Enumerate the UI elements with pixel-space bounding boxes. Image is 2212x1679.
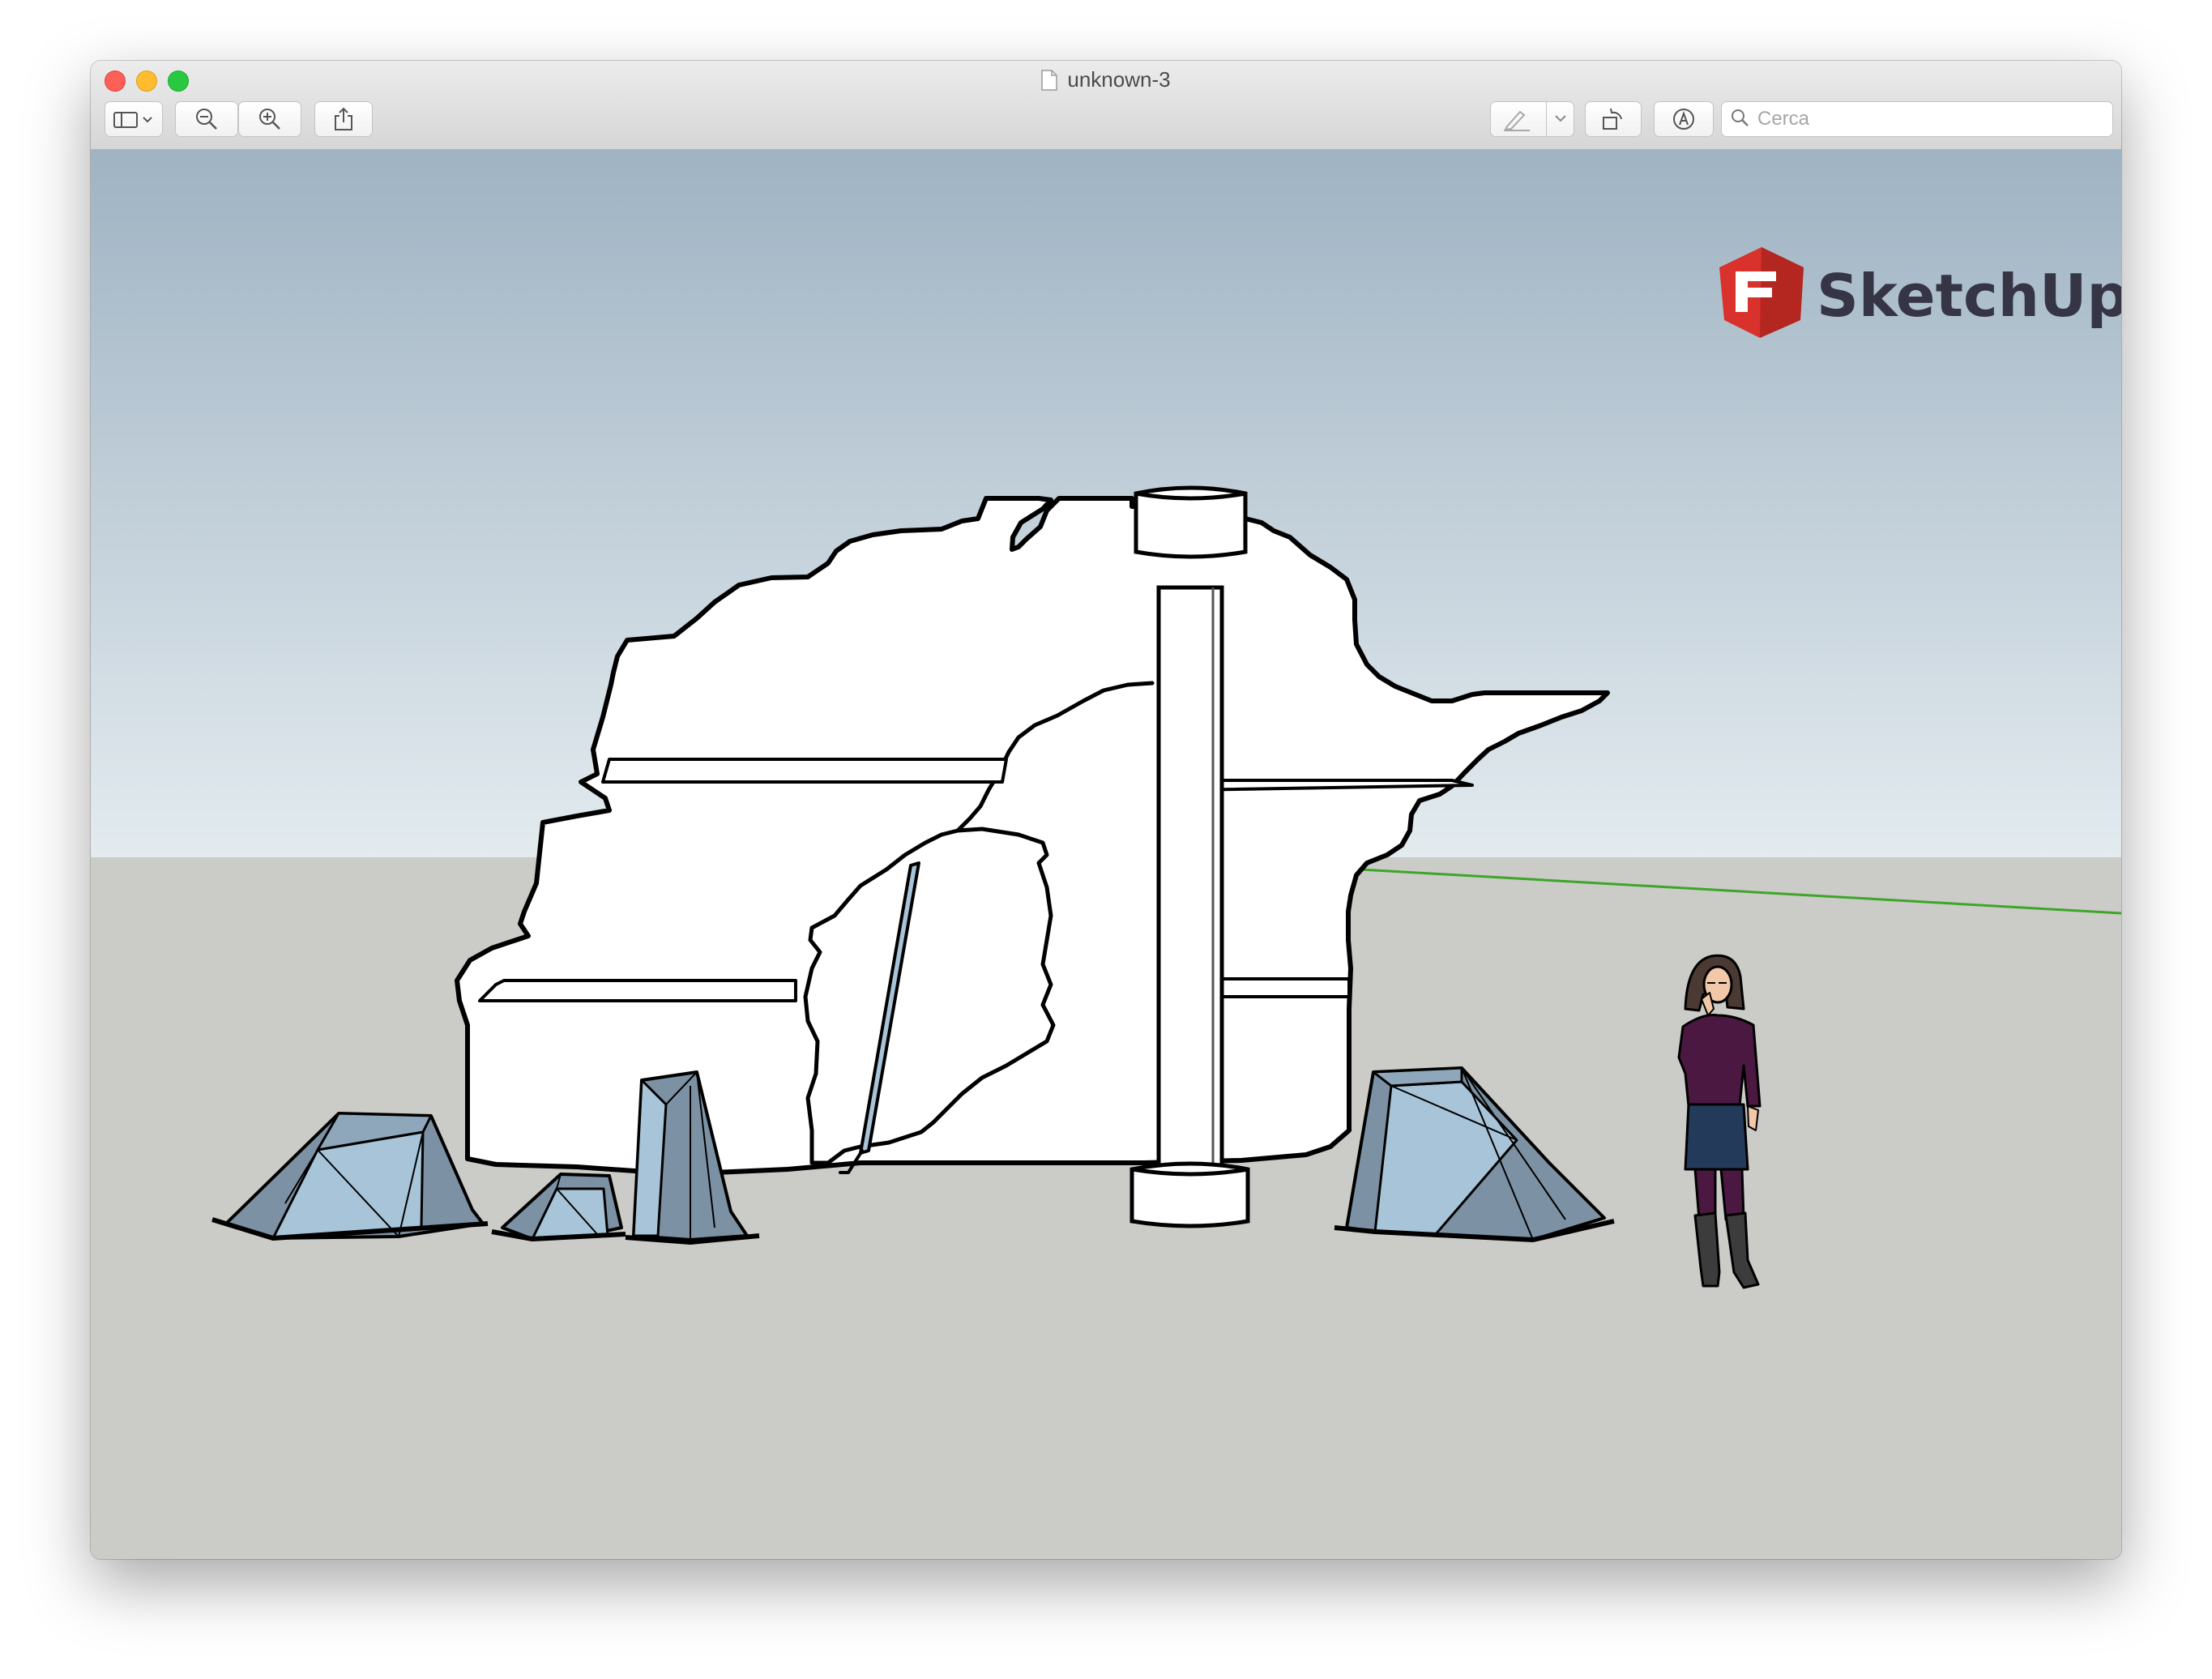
sidebar-toggle-button[interactable] (105, 101, 163, 137)
title-bar: unknown-3 (91, 61, 2121, 150)
zoom-in-button[interactable] (238, 101, 301, 137)
share-button[interactable] (314, 101, 373, 137)
rotate-icon (1600, 106, 1626, 132)
share-icon (333, 107, 354, 131)
annotate-button[interactable] (1654, 101, 1714, 137)
markup-circle-icon (1672, 107, 1696, 131)
zoom-out-icon (194, 107, 219, 131)
window-title: unknown-3 (1067, 67, 1171, 92)
sidebar-icon (113, 109, 155, 129)
search-input[interactable] (1756, 107, 2083, 131)
pen-icon (1502, 107, 1531, 131)
model-viewport[interactable]: SketchUp (91, 150, 2121, 1559)
chevron-down-icon[interactable] (1552, 110, 1569, 126)
search-icon (1730, 108, 1749, 131)
window-title-area: unknown-3 (91, 66, 2121, 93)
zoom-out-button[interactable] (175, 101, 238, 137)
markup-button[interactable] (1490, 101, 1574, 137)
markup-divider (1546, 102, 1547, 136)
document-icon (1041, 70, 1058, 91)
rotate-button[interactable] (1585, 101, 1642, 137)
preview-window: unknown-3 Cerca SketchUp (91, 61, 2121, 1559)
sketchup-logo-text: SketchUp (1817, 262, 2121, 330)
zoom-in-icon (258, 107, 282, 131)
sketchup-scene[interactable]: SketchUp (91, 150, 2121, 1559)
search-field[interactable] (1721, 101, 2113, 137)
